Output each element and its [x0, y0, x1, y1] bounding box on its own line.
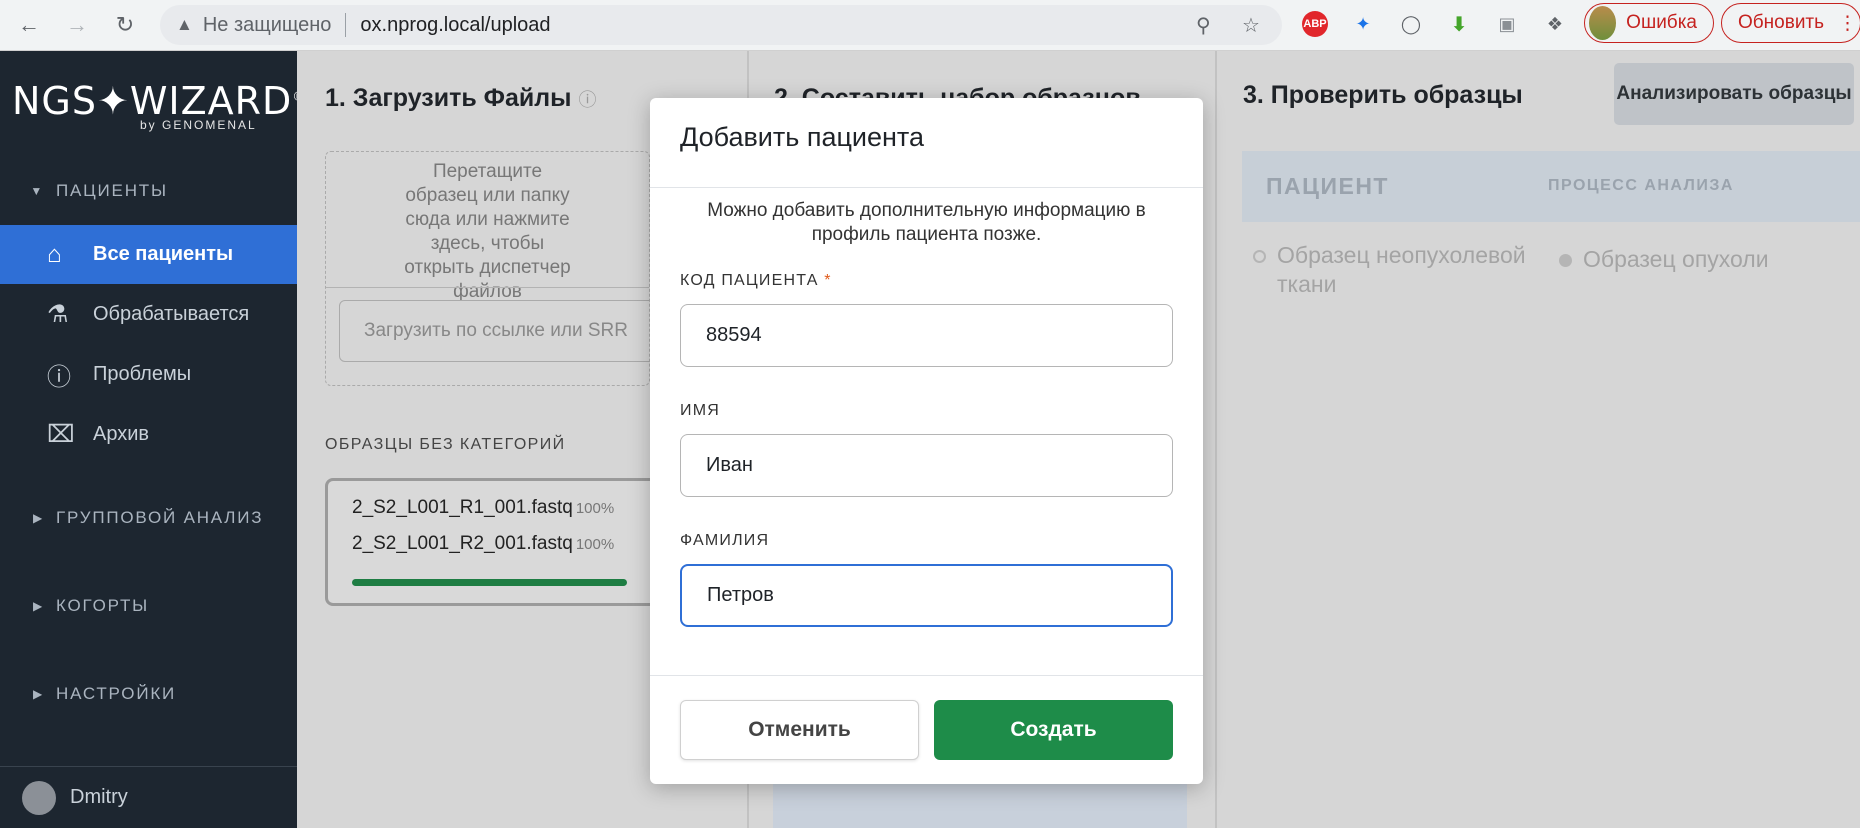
archive-icon: ⌧	[47, 421, 75, 448]
cancel-button[interactable]: Отменить	[680, 700, 919, 760]
file-row: 2_S2_L001_R2_001.fastq 100%	[352, 533, 614, 555]
analyze-samples-button[interactable]: Анализировать образцы	[1614, 63, 1854, 125]
upload-title: 1. Загрузить Файлы ⓘ	[325, 84, 596, 113]
sidebar-item-archive[interactable]: ⌧ Архив	[0, 405, 297, 464]
section-patients[interactable]: ▼ ПАЦИЕНТЫ	[0, 179, 297, 203]
address-separator	[345, 13, 347, 37]
home-icon: ⌂	[47, 240, 62, 268]
section-settings-label: НАСТРОЙКИ	[56, 684, 177, 703]
error-label: Ошибка	[1626, 12, 1697, 33]
patient-code-label: КОД ПАЦИЕНТА *	[680, 272, 832, 290]
browser-toolbar: ← → ↻ ▲ Не защищено ox.nprog.local/uploa…	[0, 0, 1860, 51]
sidebar-item-label: Все пациенты	[93, 243, 234, 265]
adblock-label: ABP	[1303, 18, 1327, 30]
file-dropzone[interactable]: Перетащите образец или папку сюда или на…	[325, 151, 669, 386]
file-row: 2_S2_L001_R1_001.fastq 100%	[352, 497, 614, 519]
modal-divider	[650, 187, 1203, 188]
first-name-label: ИМЯ	[680, 402, 720, 419]
section-cohorts-label: КОГОРТЫ	[56, 596, 150, 615]
file-name: 2_S2_L001_R2_001.fastq	[352, 533, 573, 554]
profile-error-button[interactable]: Ошибка	[1584, 3, 1714, 43]
help-icon[interactable]: ⓘ	[578, 90, 596, 110]
adblock-icon[interactable]: ABP	[1302, 11, 1328, 37]
file-card[interactable]: 2_S2_L001_R1_001.fastq 100% 2_S2_L001_R2_…	[325, 478, 665, 606]
section-group-analysis-label: ГРУППОВОЙ АНАЛИЗ	[56, 508, 264, 527]
update-label: Обновить	[1738, 12, 1825, 33]
bookmark-star-icon[interactable]: ☆	[1242, 13, 1260, 38]
download-arrow-icon[interactable]: ⬇	[1446, 11, 1472, 37]
avatar	[22, 780, 56, 815]
caret-down-icon: ▼	[30, 184, 44, 198]
pocket-icon[interactable]: ◯	[1398, 11, 1424, 37]
logo-text: NGS✦WIZARD	[12, 79, 293, 123]
modal-description: Можно добавить дополнительную информацию…	[707, 200, 1146, 245]
last-name-label: ФАМИЛИЯ	[680, 532, 770, 549]
file-percent: 100%	[575, 536, 615, 553]
required-mark: *	[824, 272, 832, 289]
key-icon[interactable]: ⚲	[1196, 13, 1211, 38]
flask-icon: ⚗	[47, 301, 69, 328]
caret-right-icon: ▶	[32, 599, 44, 613]
file-percent: 100%	[575, 500, 615, 517]
logo-subtitle: by GENOMENAL	[140, 118, 257, 132]
sidebar-item-all-patients[interactable]: ⌂ Все пациенты	[0, 225, 297, 284]
section-group-analysis[interactable]: ▶ ГРУППОВОЙ АНАЛИЗ	[0, 506, 297, 530]
reload-icon[interactable]: ↻	[108, 8, 142, 42]
section-settings[interactable]: ▶ НАСТРОЙКИ	[0, 682, 297, 706]
alert-icon: ⓘ	[47, 364, 71, 391]
section-cohorts[interactable]: ▶ КОГОРТЫ	[0, 594, 297, 618]
url-text: ox.nprog.local/upload	[360, 13, 551, 36]
sidebar-item-label: Архив	[93, 423, 150, 445]
caret-right-icon: ▶	[32, 687, 44, 701]
dropzone-text: Перетащите образец или папку сюда или на…	[404, 161, 571, 302]
file-name: 2_S2_L001_R1_001.fastq	[352, 497, 573, 518]
extension-star-icon[interactable]: ✦	[1350, 11, 1376, 37]
warning-icon: ▲	[176, 15, 193, 34]
tumor-sample-item: Образец опухоли	[1559, 245, 1769, 274]
back-icon[interactable]: ←	[12, 8, 46, 42]
normal-sample-label: Образец неопухолевой ткани	[1277, 242, 1526, 297]
puzzle-icon[interactable]: ❖	[1542, 11, 1568, 37]
sidebar-item-processing[interactable]: ⚗ Обрабатывается	[0, 285, 297, 344]
section-patients-label: ПАЦИЕНТЫ	[56, 181, 168, 200]
column-divider	[1215, 51, 1217, 828]
uncategorized-label: ОБРАЗЦЫ БЕЗ КАТЕГОРИЙ	[325, 436, 566, 453]
last-name-input[interactable]	[680, 564, 1173, 627]
check-table-header: ПАЦИЕНТ ПРОЦЕСС АНАЛИЗА	[1242, 151, 1860, 222]
profile-avatar	[1589, 6, 1617, 40]
add-patient-modal: Добавить пациента Можно добавить дополни…	[650, 98, 1203, 784]
check-title: 3. Проверить образцы	[1243, 81, 1523, 109]
upload-progress-bar	[352, 579, 627, 586]
tumor-sample-label: Образец опухоли	[1583, 246, 1769, 272]
camera-icon[interactable]: ▣	[1494, 11, 1520, 37]
create-button[interactable]: Создать	[934, 700, 1173, 760]
column-header-process: ПРОЦЕСС АНАЛИЗА	[1548, 177, 1734, 194]
url-input[interactable]: Загрузить по ссылке или SRR	[339, 300, 669, 362]
empty-circle-icon	[1253, 250, 1266, 263]
logo: NGS✦WIZARD®	[12, 79, 305, 123]
caret-right-icon: ▶	[32, 511, 44, 525]
sample-set-area	[773, 781, 1187, 828]
update-button[interactable]: Обновить ⋮	[1721, 3, 1860, 43]
first-name-input[interactable]	[680, 434, 1173, 497]
address-bar[interactable]: ▲ Не защищено ox.nprog.local/upload ⚲ ☆	[160, 5, 1282, 45]
sidebar-item-label: Проблемы	[93, 363, 192, 385]
patient-code-label-text: КОД ПАЦИЕНТА	[680, 272, 819, 289]
user-profile[interactable]: Dmitry	[0, 766, 297, 828]
sidebar-item-problems[interactable]: ⓘ Проблемы	[0, 345, 297, 404]
patient-code-input[interactable]	[680, 304, 1173, 367]
column-header-patient: ПАЦИЕНТ	[1266, 173, 1389, 199]
sidebar-item-label: Обрабатывается	[93, 303, 250, 325]
menu-dots-icon: ⋮	[1838, 12, 1858, 34]
upload-title-text: 1. Загрузить Файлы	[325, 84, 572, 112]
filled-circle-icon	[1559, 254, 1572, 267]
normal-sample-item: Образец неопухолевой ткани	[1253, 241, 1537, 299]
insecure-label: Не защищено	[202, 13, 332, 36]
dropzone-divider	[326, 287, 649, 288]
forward-icon[interactable]: →	[60, 8, 94, 42]
user-name: Dmitry	[70, 786, 128, 808]
modal-title: Добавить пациента	[680, 122, 925, 152]
modal-footer-divider	[650, 675, 1203, 676]
sidebar: NGS✦WIZARD® by GENOMENAL ▼ ПАЦИЕНТЫ ⌂ Вс…	[0, 51, 304, 828]
